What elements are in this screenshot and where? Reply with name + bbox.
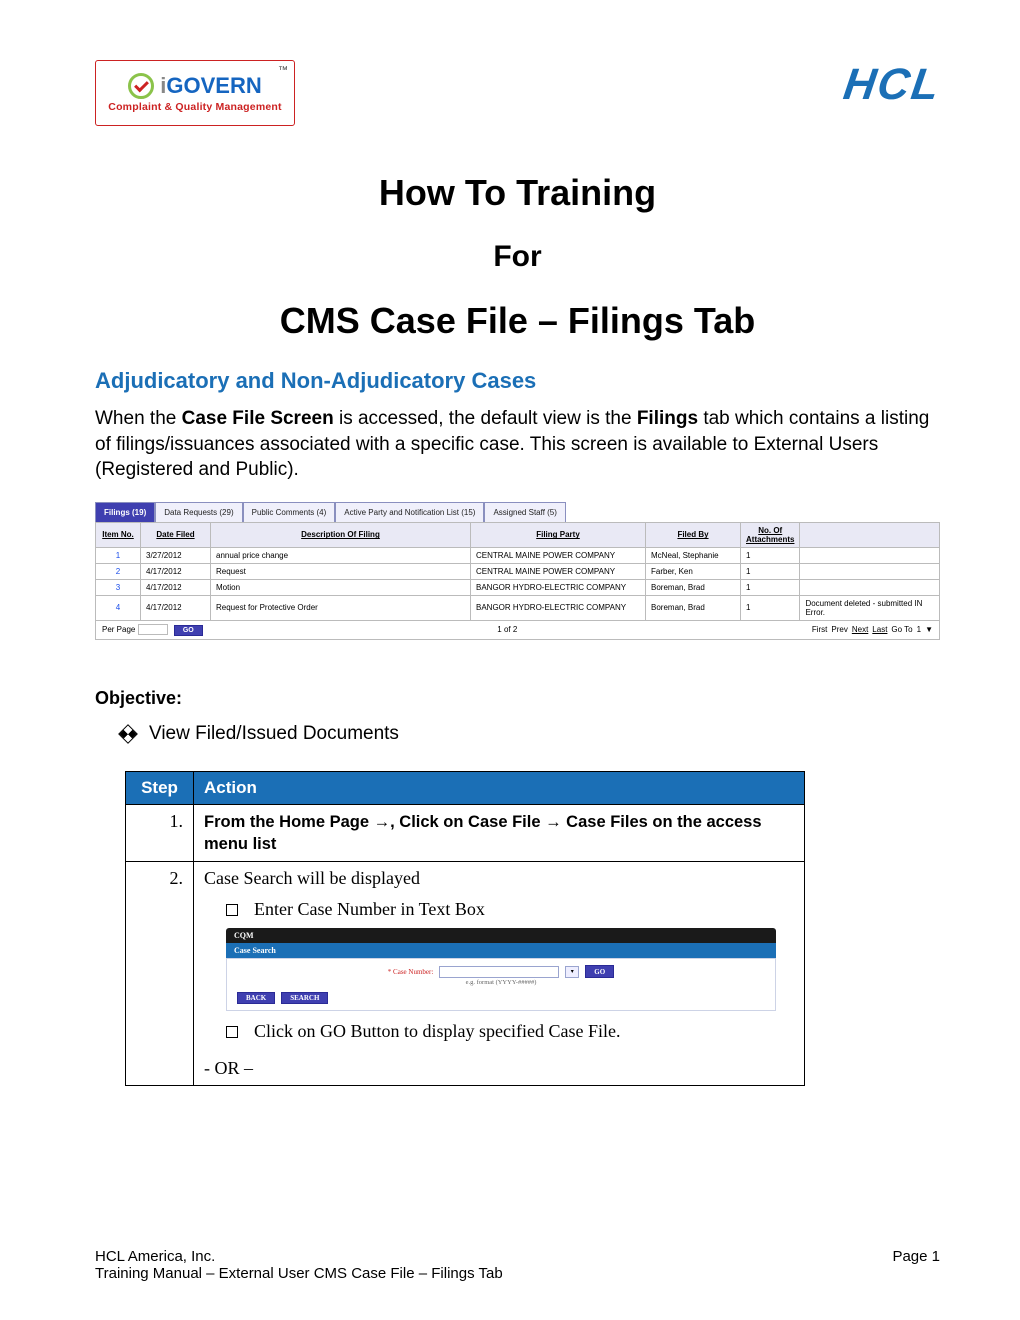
case-search-search-button[interactable]: SEARCH xyxy=(281,992,328,1004)
item-no-link[interactable]: 1 xyxy=(101,551,135,560)
page-title: How To Training xyxy=(95,172,940,214)
igovern-subtitle: Complaint & Quality Management xyxy=(108,101,281,113)
cell-att: 1 xyxy=(741,579,800,595)
case-number-label: Case Number: xyxy=(388,968,434,976)
bullet-diamond-icon xyxy=(118,724,138,744)
tab-active-party[interactable]: Active Party and Notification List (15) xyxy=(335,502,484,522)
step1-text: From the Home Page →, Click on Case File… xyxy=(204,811,794,856)
intro-paragraph: When the Case File Screen is accessed, t… xyxy=(95,406,940,483)
cell-desc: Request xyxy=(211,563,471,579)
case-number-input[interactable] xyxy=(439,966,559,978)
col-attachments[interactable]: No. Of Attachments xyxy=(741,522,800,547)
pager-first[interactable]: First xyxy=(812,625,828,634)
case-number-format-hint: e.g. format (YYYY-#####) xyxy=(237,979,765,986)
pager-goto-label: Go To xyxy=(891,625,912,634)
page-footer: HCL America, Inc. Page 1 Training Manual… xyxy=(95,1248,940,1282)
cell-by: Boreman, Brad xyxy=(646,595,741,620)
dropdown-icon[interactable]: ▼ xyxy=(925,625,933,634)
table-row: 1. From the Home Page →, Click on Case F… xyxy=(126,804,805,862)
igovern-brand: iGOVERN xyxy=(160,73,261,99)
cell-desc: Motion xyxy=(211,579,471,595)
item-no-link[interactable]: 4 xyxy=(101,603,135,612)
cell-by: McNeal, Stephanie xyxy=(646,547,741,563)
page-title-for: For xyxy=(95,240,940,274)
steps-header-step: Step xyxy=(126,771,194,804)
per-page-input[interactable] xyxy=(138,624,168,635)
pager-last[interactable]: Last xyxy=(872,625,887,634)
cell-date: 4/17/2012 xyxy=(141,595,211,620)
col-notes xyxy=(800,522,940,547)
tab-public-comments[interactable]: Public Comments (4) xyxy=(243,502,336,522)
tab-data-requests[interactable]: Data Requests (29) xyxy=(155,502,242,522)
page-indicator: 1 of 2 xyxy=(497,625,517,634)
cell-note xyxy=(800,563,940,579)
hcl-logo: HCL xyxy=(840,60,943,110)
case-number-dropdown[interactable]: ▾ xyxy=(565,966,579,978)
trademark: ™ xyxy=(278,65,288,76)
tab-assigned-staff[interactable]: Assigned Staff (5) xyxy=(484,502,565,522)
case-search-back-button[interactable]: BACK xyxy=(237,992,275,1004)
cell-party: CENTRAL MAINE POWER COMPANY xyxy=(471,547,646,563)
cell-by: Boreman, Brad xyxy=(646,579,741,595)
case-search-header: Case Search xyxy=(226,943,776,958)
step2-bullet2: Click on GO Button to display specified … xyxy=(254,1021,620,1042)
col-description[interactable]: Description Of Filing xyxy=(211,522,471,547)
per-page-group: Per Page GO xyxy=(102,624,203,636)
footer-company: HCL America, Inc. xyxy=(95,1248,215,1265)
step2-bullet1: Enter Case Number in Text Box xyxy=(254,899,485,920)
pager-prev[interactable]: Prev xyxy=(831,625,847,634)
case-search-topbar: CQM xyxy=(226,928,776,943)
filings-screenshot: Filings (19) Data Requests (29) Public C… xyxy=(95,502,940,640)
cell-note: Document deleted - submitted IN Error. xyxy=(800,595,940,620)
cell-desc: Request for Protective Order xyxy=(211,595,471,620)
cell-att: 1 xyxy=(741,547,800,563)
steps-header-action: Action xyxy=(194,771,805,804)
footer-page: Page 1 xyxy=(892,1248,940,1265)
section-heading: Adjudicatory and Non-Adjudicatory Cases xyxy=(95,368,940,394)
step2-or: - OR – xyxy=(204,1058,794,1079)
pager-next[interactable]: Next xyxy=(852,625,868,634)
step-number: 2. xyxy=(126,862,194,1086)
cell-party: BANGOR HYDRO-ELECTRIC COMPANY xyxy=(471,595,646,620)
cell-party: BANGOR HYDRO-ELECTRIC COMPANY xyxy=(471,579,646,595)
page-title-subject: CMS Case File – Filings Tab xyxy=(95,300,940,342)
col-filing-party[interactable]: Filing Party xyxy=(471,522,646,547)
cell-att: 1 xyxy=(741,563,800,579)
table-row: 4 4/17/2012Request for Protective OrderBA… xyxy=(96,595,940,620)
step-number: 1. xyxy=(126,804,194,862)
cell-desc: annual price change xyxy=(211,547,471,563)
case-search-go-button[interactable]: GO xyxy=(585,965,614,978)
cell-date: 3/27/2012 xyxy=(141,547,211,563)
cell-date: 4/17/2012 xyxy=(141,563,211,579)
table-row: 1 3/27/2012annual price changeCENTRAL MAI… xyxy=(96,547,940,563)
step2-lead: Case Search will be displayed xyxy=(204,868,794,889)
filings-table: Item No. Date Filed Description Of Filin… xyxy=(95,522,940,621)
table-row: 2. Case Search will be displayed Enter C… xyxy=(126,862,805,1086)
objective-item: View Filed/Issued Documents xyxy=(121,723,940,745)
item-no-link[interactable]: 3 xyxy=(101,583,135,592)
item-no-link[interactable]: 2 xyxy=(101,567,135,576)
case-search-screenshot: CQM Case Search Case Number: ▾ GO e.g. f… xyxy=(226,928,776,1011)
cell-party: CENTRAL MAINE POWER COMPANY xyxy=(471,563,646,579)
col-date-filed[interactable]: Date Filed xyxy=(141,522,211,547)
steps-table: Step Action 1. From the Home Page →, Cli… xyxy=(125,771,805,1087)
cell-by: Farber, Ken xyxy=(646,563,741,579)
cell-date: 4/17/2012 xyxy=(141,579,211,595)
checkbox-icon xyxy=(226,904,238,916)
cell-att: 1 xyxy=(741,595,800,620)
igovern-logo: ™ iGOVERN Complaint & Quality Management xyxy=(95,60,295,126)
table-row: 3 4/17/2012MotionBANGOR HYDRO-ELECTRIC CO… xyxy=(96,579,940,595)
tab-filings[interactable]: Filings (19) xyxy=(95,502,155,522)
objective-heading: Objective: xyxy=(95,688,940,709)
col-filed-by[interactable]: Filed By xyxy=(646,522,741,547)
check-badge-icon xyxy=(128,73,154,99)
pager-goto-value[interactable]: 1 xyxy=(917,625,921,634)
checkbox-icon xyxy=(226,1026,238,1038)
col-item-no[interactable]: Item No. xyxy=(96,522,141,547)
table-row: 2 4/17/2012RequestCENTRAL MAINE POWER COM… xyxy=(96,563,940,579)
cell-note xyxy=(800,547,940,563)
per-page-go-button[interactable]: GO xyxy=(174,625,203,636)
cell-note xyxy=(800,579,940,595)
footer-subtitle: Training Manual – External User CMS Case… xyxy=(95,1265,940,1282)
